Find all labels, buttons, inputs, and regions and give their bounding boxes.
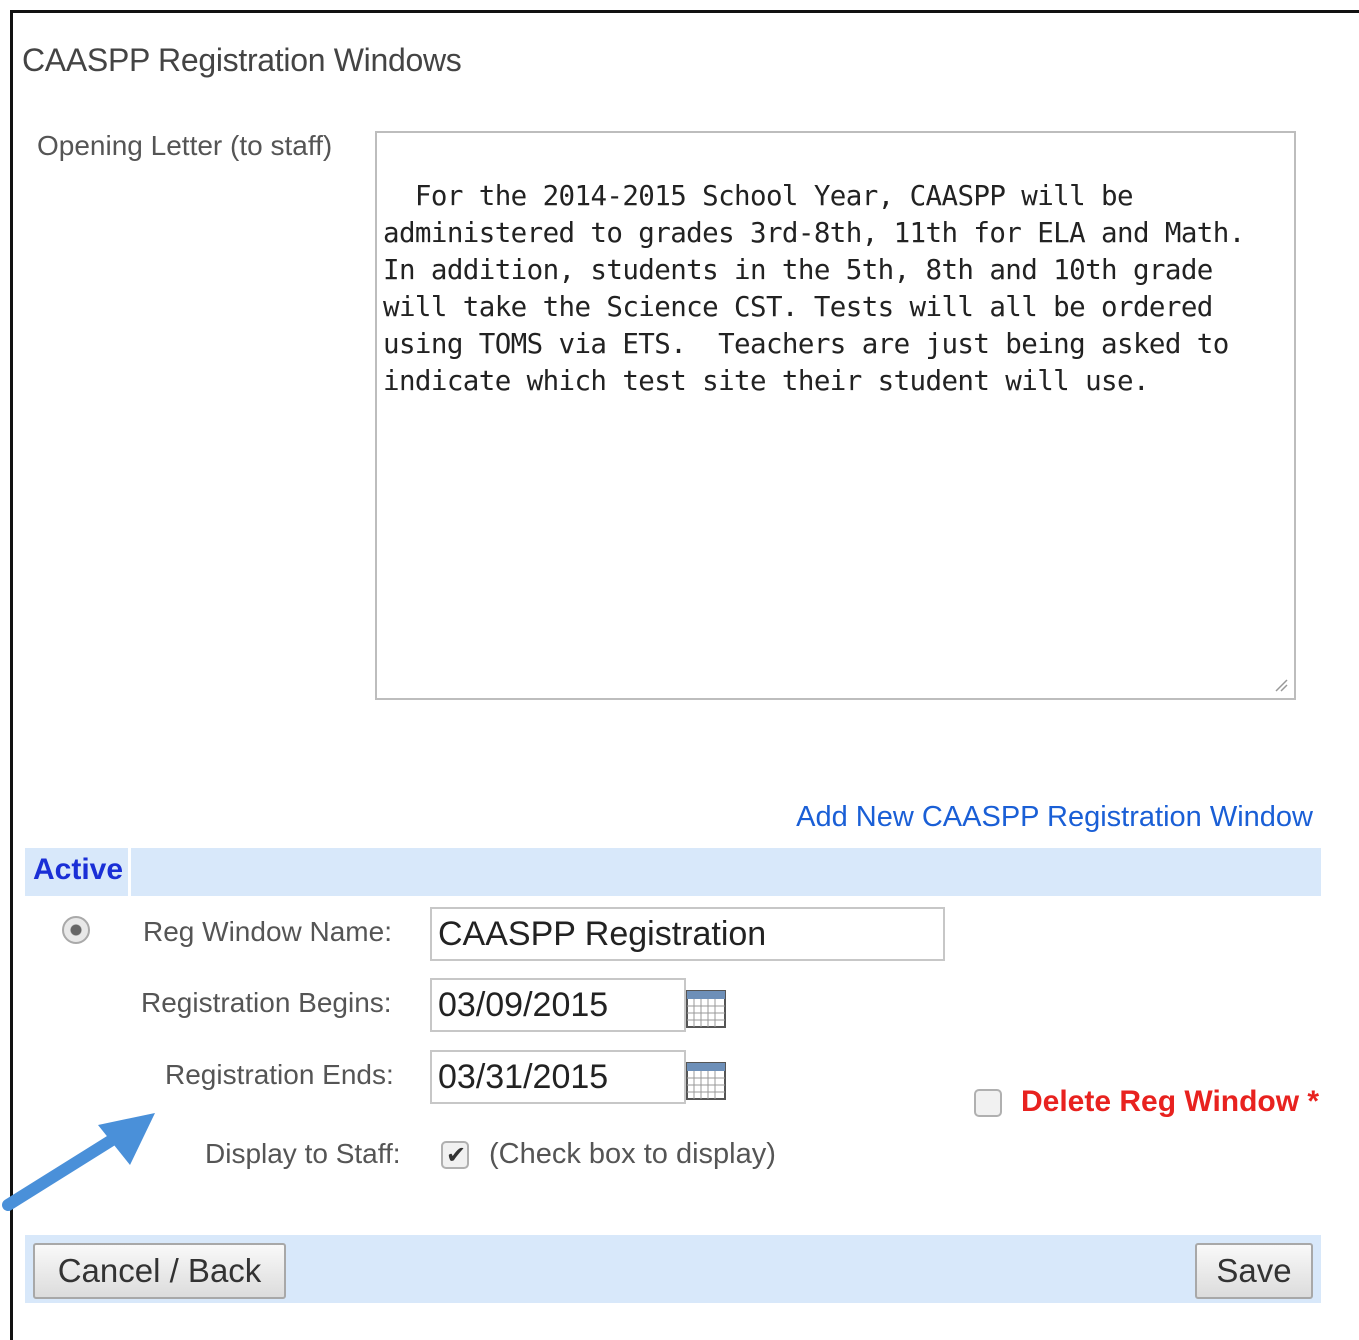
delete-reg-window-checkbox[interactable] — [974, 1089, 1002, 1117]
annotation-arrow-icon — [2, 1113, 155, 1211]
section-label-active: Active — [33, 853, 124, 886]
checkmark-icon: ✔ — [446, 1141, 467, 1169]
reg-window-name-label: Reg Window Name: — [143, 916, 392, 947]
display-to-staff-checkbox[interactable]: ✔ — [441, 1141, 469, 1169]
reg-window-name-input[interactable] — [430, 907, 945, 961]
page-title: CAASPP Registration Windows — [22, 42, 462, 78]
reg-window-radio[interactable] — [62, 916, 90, 944]
calendar-icon[interactable] — [686, 1062, 726, 1100]
add-registration-window-link[interactable]: Add New CAASPP Registration Window — [796, 801, 1313, 834]
registration-ends-label: Registration Ends: — [165, 1059, 394, 1090]
cancel-back-button[interactable]: Cancel / Back — [33, 1243, 286, 1299]
registration-begins-input[interactable] — [430, 978, 686, 1032]
save-button[interactable]: Save — [1195, 1243, 1313, 1299]
calendar-icon[interactable] — [686, 990, 726, 1028]
registration-ends-input[interactable] — [430, 1050, 686, 1104]
display-hint-text: (Check box to display) — [489, 1138, 776, 1170]
registration-begins-label: Registration Begins: — [141, 987, 392, 1018]
resize-grip-icon[interactable] — [1274, 678, 1288, 692]
display-to-staff-label: Display to Staff: — [205, 1138, 401, 1169]
opening-letter-label: Opening Letter (to staff) — [37, 130, 333, 161]
section-header-bar — [25, 848, 1321, 896]
delete-reg-window-label: Delete Reg Window * — [1021, 1085, 1320, 1118]
opening-letter-textarea[interactable]: For the 2014-2015 School Year, CAASPP wi… — [375, 131, 1296, 700]
opening-letter-text[interactable]: For the 2014-2015 School Year, CAASPP wi… — [383, 180, 1261, 397]
